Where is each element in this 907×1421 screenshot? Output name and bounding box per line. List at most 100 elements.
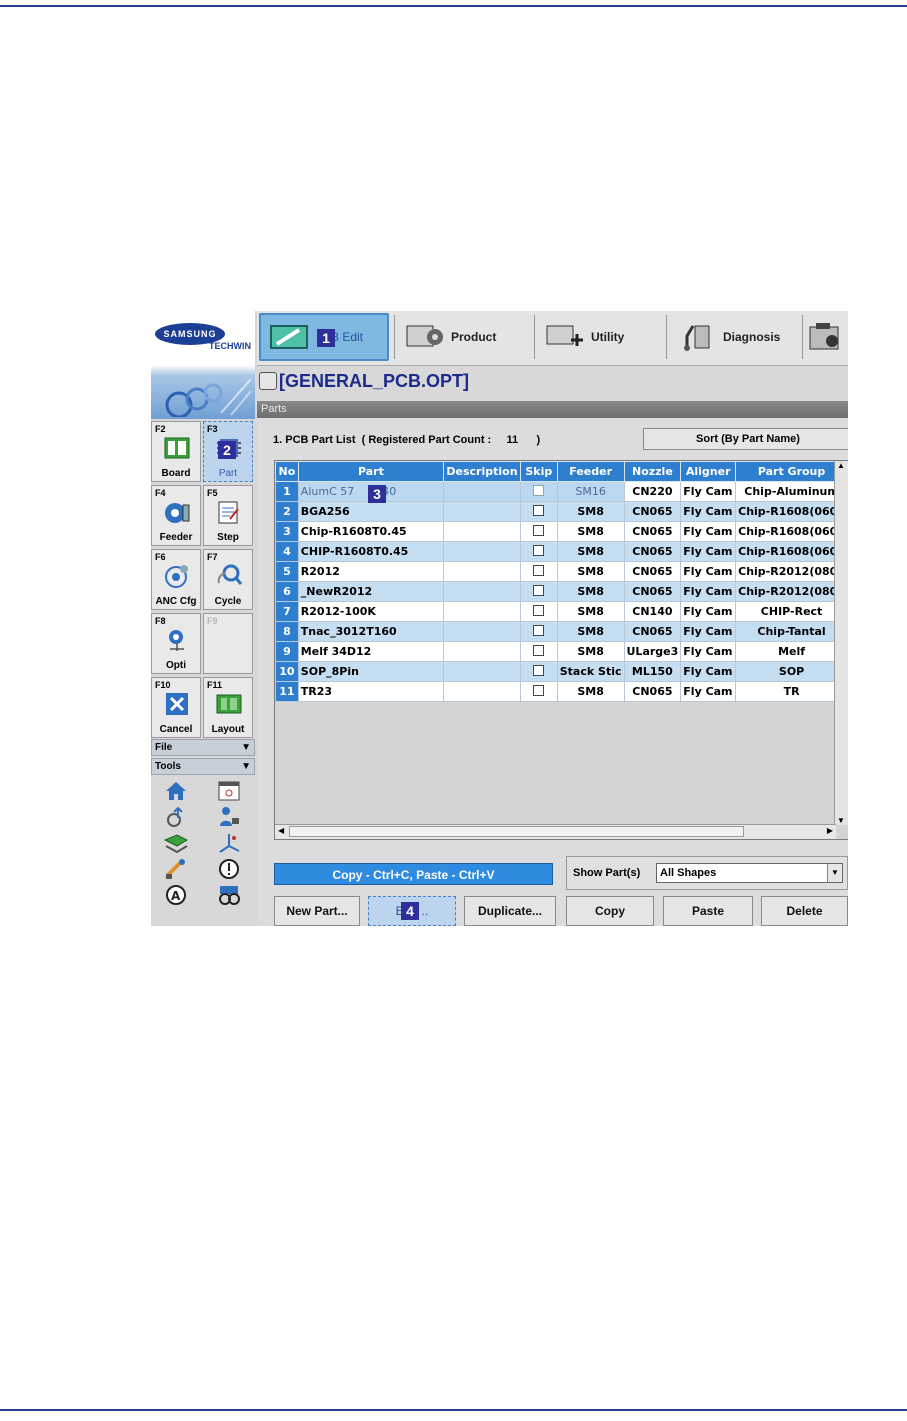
row-feeder: SM8 bbox=[556, 681, 625, 702]
scroll-up-icon[interactable]: ▲ bbox=[837, 461, 845, 470]
fkey-code: F5 bbox=[207, 488, 218, 498]
row-nozzle: CN220 bbox=[623, 481, 682, 502]
product-button[interactable]: Product bbox=[397, 313, 527, 361]
fkey-opti[interactable]: F8 Opti bbox=[151, 613, 201, 674]
column-header-skip[interactable]: Skip bbox=[519, 461, 558, 482]
file-menu[interactable]: File ▼ bbox=[151, 739, 255, 756]
parts-section-header: Parts bbox=[257, 401, 848, 418]
row-feeder: SM8 bbox=[556, 521, 625, 542]
row-part: BGA256 bbox=[297, 501, 445, 522]
conveyor-icon[interactable] bbox=[164, 832, 188, 854]
settings-tool-icon[interactable] bbox=[808, 321, 844, 353]
skip-checkbox[interactable] bbox=[533, 644, 545, 656]
sort-button[interactable]: Sort (By Part Name) bbox=[643, 428, 848, 450]
table-row[interactable]: 2 BGA256 SM8 CN065 Fly Cam Chip-R1608(06… bbox=[275, 501, 848, 522]
skip-checkbox[interactable] bbox=[533, 584, 545, 596]
fkey-step[interactable]: F5 Step bbox=[203, 485, 253, 546]
skip-checkbox[interactable] bbox=[533, 684, 545, 696]
fkey-label: Cycle bbox=[214, 596, 242, 607]
row-aligner: Fly Cam bbox=[680, 561, 737, 582]
fkey-feeder[interactable]: F4 Feeder bbox=[151, 485, 201, 546]
fkey-label: Cancel bbox=[159, 724, 193, 735]
pcb-edit-icon bbox=[270, 325, 308, 349]
auto-mode-icon[interactable]: A bbox=[164, 884, 188, 906]
skip-checkbox[interactable] bbox=[533, 664, 545, 676]
row-description bbox=[443, 481, 521, 502]
upload-gauge-icon[interactable] bbox=[164, 806, 188, 828]
new-part-button[interactable]: New Part... bbox=[274, 896, 360, 926]
column-header-part-group[interactable]: Part Group bbox=[735, 461, 848, 482]
fkey-layout[interactable]: F11 Layout bbox=[203, 677, 253, 738]
table-row[interactable]: 7 R2012-100K SM8 CN140 Fly Cam CHIP-Rect bbox=[275, 601, 848, 622]
fkey-board[interactable]: F2 Board bbox=[151, 421, 201, 482]
row-part: Tnac_3012T160 bbox=[297, 621, 445, 642]
window-icon[interactable] bbox=[217, 780, 241, 802]
table-row[interactable]: 1 AlumC 57 40 SM16 CN220 Fly Cam Chip-Alu… bbox=[275, 481, 848, 502]
table-row[interactable]: 6 _NewR2012 SM8 CN065 Fly Cam Chip-R2012… bbox=[275, 581, 848, 602]
row-description bbox=[443, 601, 521, 622]
delete-button[interactable]: Delete bbox=[761, 896, 848, 926]
fkey-anc-cfg[interactable]: F6 ANC Cfg bbox=[151, 549, 201, 610]
table-row[interactable]: 11 TR23 SM8 CN065 Fly Cam TR bbox=[275, 681, 848, 702]
table-row[interactable]: 3 Chip-R1608T0.45 SM8 CN065 Fly Cam Chip… bbox=[275, 521, 848, 542]
table-row[interactable]: 9 Melf 34D12 SM8 ULarge3 Fly Cam Melf bbox=[275, 641, 848, 662]
fkey-code: F7 bbox=[207, 552, 218, 562]
page-rule-bottom bbox=[0, 1409, 907, 1411]
tool-change-icon[interactable] bbox=[164, 858, 188, 880]
vertical-scrollbar[interactable]: ▲ ▼ bbox=[834, 461, 848, 825]
toolbar-divider bbox=[666, 315, 667, 359]
row-description bbox=[443, 621, 521, 642]
skip-checkbox[interactable] bbox=[533, 604, 545, 616]
horizontal-scroll-thumb[interactable] bbox=[289, 826, 744, 837]
tools-menu-label: Tools bbox=[155, 761, 181, 772]
toolbar-divider bbox=[534, 315, 535, 359]
warning-icon[interactable] bbox=[217, 858, 241, 880]
column-header-part[interactable]: Part bbox=[297, 461, 445, 482]
skip-checkbox[interactable] bbox=[533, 624, 545, 636]
table-row[interactable]: 4 CHIP-R1608T0.45 SM8 CN065 Fly Cam Chip… bbox=[275, 541, 848, 562]
product-label: Product bbox=[451, 330, 497, 344]
scroll-left-icon[interactable]: ◀ bbox=[278, 826, 284, 835]
row-part-group: SOP bbox=[735, 661, 848, 682]
utility-button[interactable]: Utility bbox=[537, 313, 661, 361]
horizontal-scrollbar[interactable]: ◀ ▶ bbox=[275, 824, 836, 839]
column-header-feeder[interactable]: Feeder bbox=[556, 461, 625, 482]
scroll-right-icon[interactable]: ▶ bbox=[827, 826, 833, 835]
show-parts-select[interactable]: All Shapes ▼ bbox=[656, 863, 843, 883]
fkey-cycle[interactable]: F7 Cycle bbox=[203, 549, 253, 610]
cancel-icon bbox=[166, 693, 188, 715]
row-no: 1 bbox=[275, 481, 299, 502]
home-icon[interactable] bbox=[164, 780, 188, 802]
column-header-aligner[interactable]: Aligner bbox=[680, 461, 737, 482]
table-row[interactable]: 8 Tnac_3012T160 SM8 CN065 Fly Cam Chip-T… bbox=[275, 621, 848, 642]
skip-checkbox[interactable] bbox=[533, 524, 545, 536]
paste-button[interactable]: Paste bbox=[663, 896, 753, 926]
copy-button[interactable]: Copy bbox=[566, 896, 654, 926]
skip-checkbox[interactable] bbox=[533, 544, 545, 556]
table-row[interactable]: 5 R2012 SM8 CN065 Fly Cam Chip-R2012(080… bbox=[275, 561, 848, 582]
diagnosis-button[interactable]: Diagnosis bbox=[669, 313, 799, 361]
nozzle-station-icon[interactable] bbox=[217, 884, 241, 906]
row-part: SOP_8Pin bbox=[297, 661, 445, 682]
column-header-nozzle[interactable]: Nozzle bbox=[623, 461, 682, 482]
fkey-code: F6 bbox=[155, 552, 166, 562]
fkey-label: Part bbox=[218, 468, 238, 479]
row-description bbox=[443, 681, 521, 702]
skip-checkbox[interactable] bbox=[533, 484, 545, 496]
table-row[interactable]: 10 SOP_8Pin Stack Stic ML150 Fly Cam SOP bbox=[275, 661, 848, 682]
skip-checkbox[interactable] bbox=[533, 564, 545, 576]
skip-checkbox[interactable] bbox=[533, 504, 545, 516]
operator-icon[interactable] bbox=[217, 806, 241, 828]
column-header-description[interactable]: Description bbox=[443, 461, 521, 482]
chevron-down-icon[interactable]: ▼ bbox=[827, 864, 842, 882]
row-no: 2 bbox=[275, 501, 299, 522]
xyz-axis-icon[interactable] bbox=[217, 832, 241, 854]
row-feeder: SM8 bbox=[556, 581, 625, 602]
tools-menu[interactable]: Tools ▼ bbox=[151, 758, 255, 775]
callout-2: 2 bbox=[218, 441, 236, 459]
scroll-down-icon[interactable]: ▼ bbox=[837, 816, 845, 825]
fkey-cancel[interactable]: F10 Cancel bbox=[151, 677, 201, 738]
duplicate-button[interactable]: Duplicate... bbox=[464, 896, 556, 926]
column-header-no[interactable]: No bbox=[275, 461, 299, 482]
screenshot-window: SAMSUNG TECHWIN F2 Board F3 Part F4 Feed… bbox=[151, 311, 848, 926]
